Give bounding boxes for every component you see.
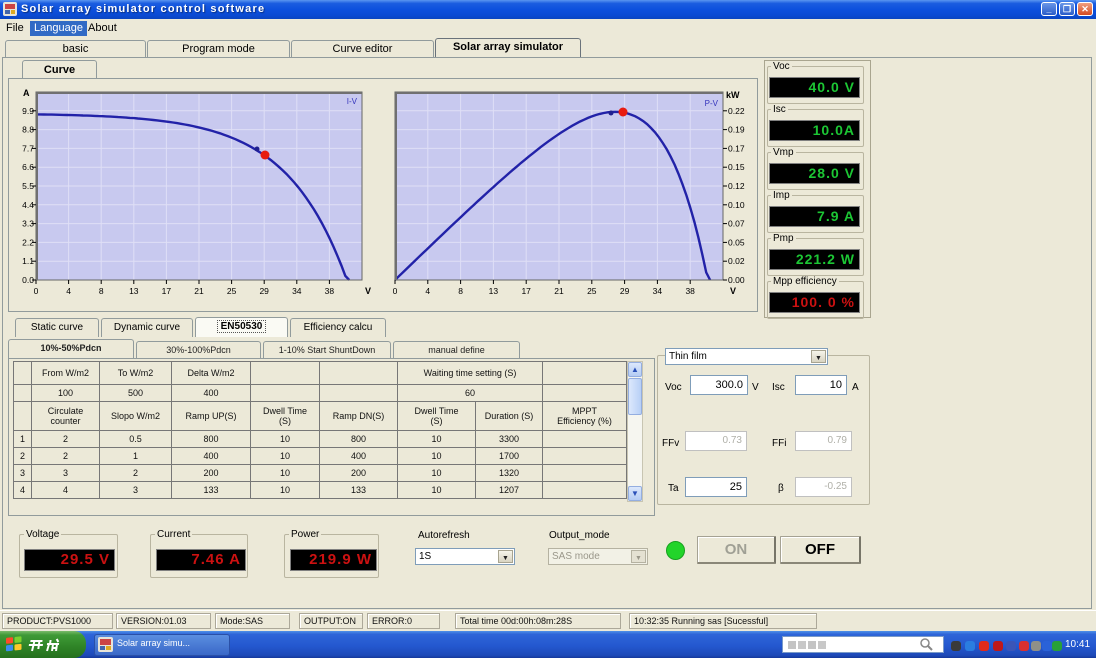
- svg-text:4: 4: [66, 286, 71, 296]
- svg-text:0.02: 0.02: [728, 256, 745, 266]
- svg-text:21: 21: [194, 286, 204, 296]
- svg-text:0.00: 0.00: [728, 275, 745, 285]
- svg-text:0.05: 0.05: [728, 237, 745, 247]
- svg-text:4: 4: [425, 286, 430, 296]
- svg-text:I-V: I-V: [347, 97, 358, 106]
- svg-text:0.12: 0.12: [728, 181, 745, 191]
- svg-text:8.8: 8.8: [22, 125, 34, 135]
- svg-text:21: 21: [554, 286, 564, 296]
- svg-text:7.7: 7.7: [22, 143, 34, 153]
- svg-text:34: 34: [653, 286, 663, 296]
- svg-text:0.19: 0.19: [728, 125, 745, 135]
- svg-text:9.9: 9.9: [22, 106, 34, 116]
- svg-text:38: 38: [685, 286, 695, 296]
- svg-text:5.5: 5.5: [22, 181, 34, 191]
- svg-text:8: 8: [458, 286, 463, 296]
- svg-text:13: 13: [489, 286, 499, 296]
- svg-text:38: 38: [325, 286, 335, 296]
- svg-text:V: V: [730, 286, 736, 296]
- svg-text:17: 17: [521, 286, 531, 296]
- svg-text:0.10: 0.10: [728, 200, 745, 210]
- svg-text:0.0: 0.0: [22, 275, 34, 285]
- svg-text:25: 25: [587, 286, 597, 296]
- svg-text:A: A: [23, 88, 30, 98]
- svg-text:4.4: 4.4: [22, 200, 34, 210]
- svg-text:P-V: P-V: [705, 99, 719, 108]
- svg-text:0.15: 0.15: [728, 162, 745, 172]
- svg-text:0: 0: [34, 286, 39, 296]
- svg-text:17: 17: [162, 286, 172, 296]
- svg-text:8: 8: [99, 286, 104, 296]
- svg-text:25: 25: [227, 286, 237, 296]
- svg-text:34: 34: [292, 286, 302, 296]
- svg-text:0.17: 0.17: [728, 143, 745, 153]
- svg-text:6.6: 6.6: [22, 162, 34, 172]
- svg-text:29: 29: [620, 286, 630, 296]
- svg-text:1.1: 1.1: [22, 256, 34, 266]
- svg-text:0: 0: [393, 286, 398, 296]
- svg-text:2.2: 2.2: [22, 237, 34, 247]
- svg-text:3.3: 3.3: [22, 219, 34, 229]
- svg-text:V: V: [365, 286, 371, 296]
- svg-text:13: 13: [129, 286, 139, 296]
- svg-text:0.22: 0.22: [728, 106, 745, 116]
- svg-text:kW: kW: [726, 90, 740, 100]
- svg-text:0.07: 0.07: [728, 219, 745, 229]
- svg-text:29: 29: [259, 286, 269, 296]
